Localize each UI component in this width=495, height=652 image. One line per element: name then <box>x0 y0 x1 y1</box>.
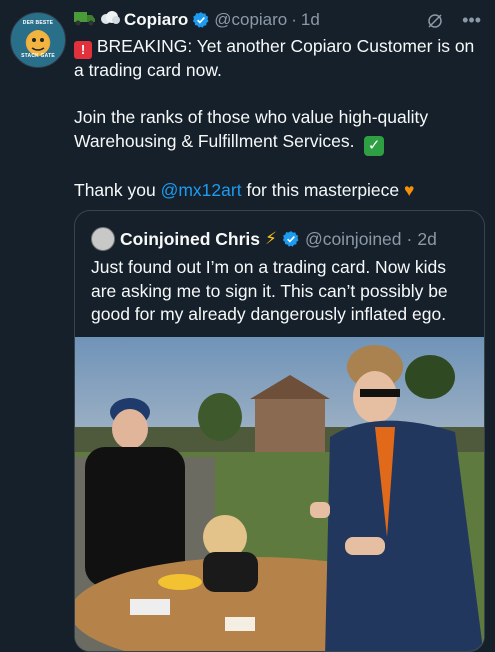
avatar[interactable]: DER BESTE STACK GATE <box>10 12 66 68</box>
tweet-header: Copiaro @copiaro · 1d <box>74 8 320 32</box>
separator-dot: · <box>291 10 297 29</box>
quote-header: Coinjoined Chris ⚡ @coinjoined · 2d <box>91 227 437 251</box>
quote-author-handle[interactable]: @coinjoined <box>305 229 402 250</box>
quoted-tweet[interactable]: Coinjoined Chris ⚡ @coinjoined · 2d Just… <box>74 210 485 652</box>
author-name[interactable]: Copiaro <box>124 10 188 30</box>
tweet-line-1: BREAKING: Yet another Copiaro Customer i… <box>74 36 480 80</box>
check-icon: ✓ <box>364 135 385 156</box>
quote-avatar[interactable] <box>91 227 115 251</box>
verified-icon <box>193 12 209 28</box>
header-actions: ••• <box>426 10 481 31</box>
quote-photo[interactable] <box>75 337 484 652</box>
cloud-icon <box>100 10 120 31</box>
truck-icon <box>74 10 96 31</box>
quote-separator-dot: · <box>406 228 413 249</box>
more-icon[interactable]: ••• <box>462 10 481 31</box>
thank-prefix: Thank you <box>74 180 156 200</box>
quote-text: Just found out I’m on a trading card. No… <box>91 257 448 324</box>
avatar-bottom-text: STACK GATE <box>21 53 55 59</box>
bolt-icon: ⚡ <box>265 229 277 248</box>
heart-icon: ♥ <box>404 180 415 200</box>
quote-author-name[interactable]: Coinjoined Chris <box>120 229 260 250</box>
quote-verified-icon <box>282 231 299 247</box>
tweet-text: ! BREAKING: Yet another Copiaro Customer… <box>74 35 484 203</box>
alert-icon: ! <box>74 41 92 59</box>
mention-link[interactable]: @mx12art <box>161 180 242 200</box>
quote-time[interactable]: 2d <box>417 229 436 250</box>
thank-suffix: for this masterpiece <box>246 180 400 200</box>
grok-icon[interactable] <box>426 12 444 30</box>
tweet-time[interactable]: 1d <box>301 10 320 30</box>
author-handle[interactable]: @copiaro <box>214 10 287 30</box>
